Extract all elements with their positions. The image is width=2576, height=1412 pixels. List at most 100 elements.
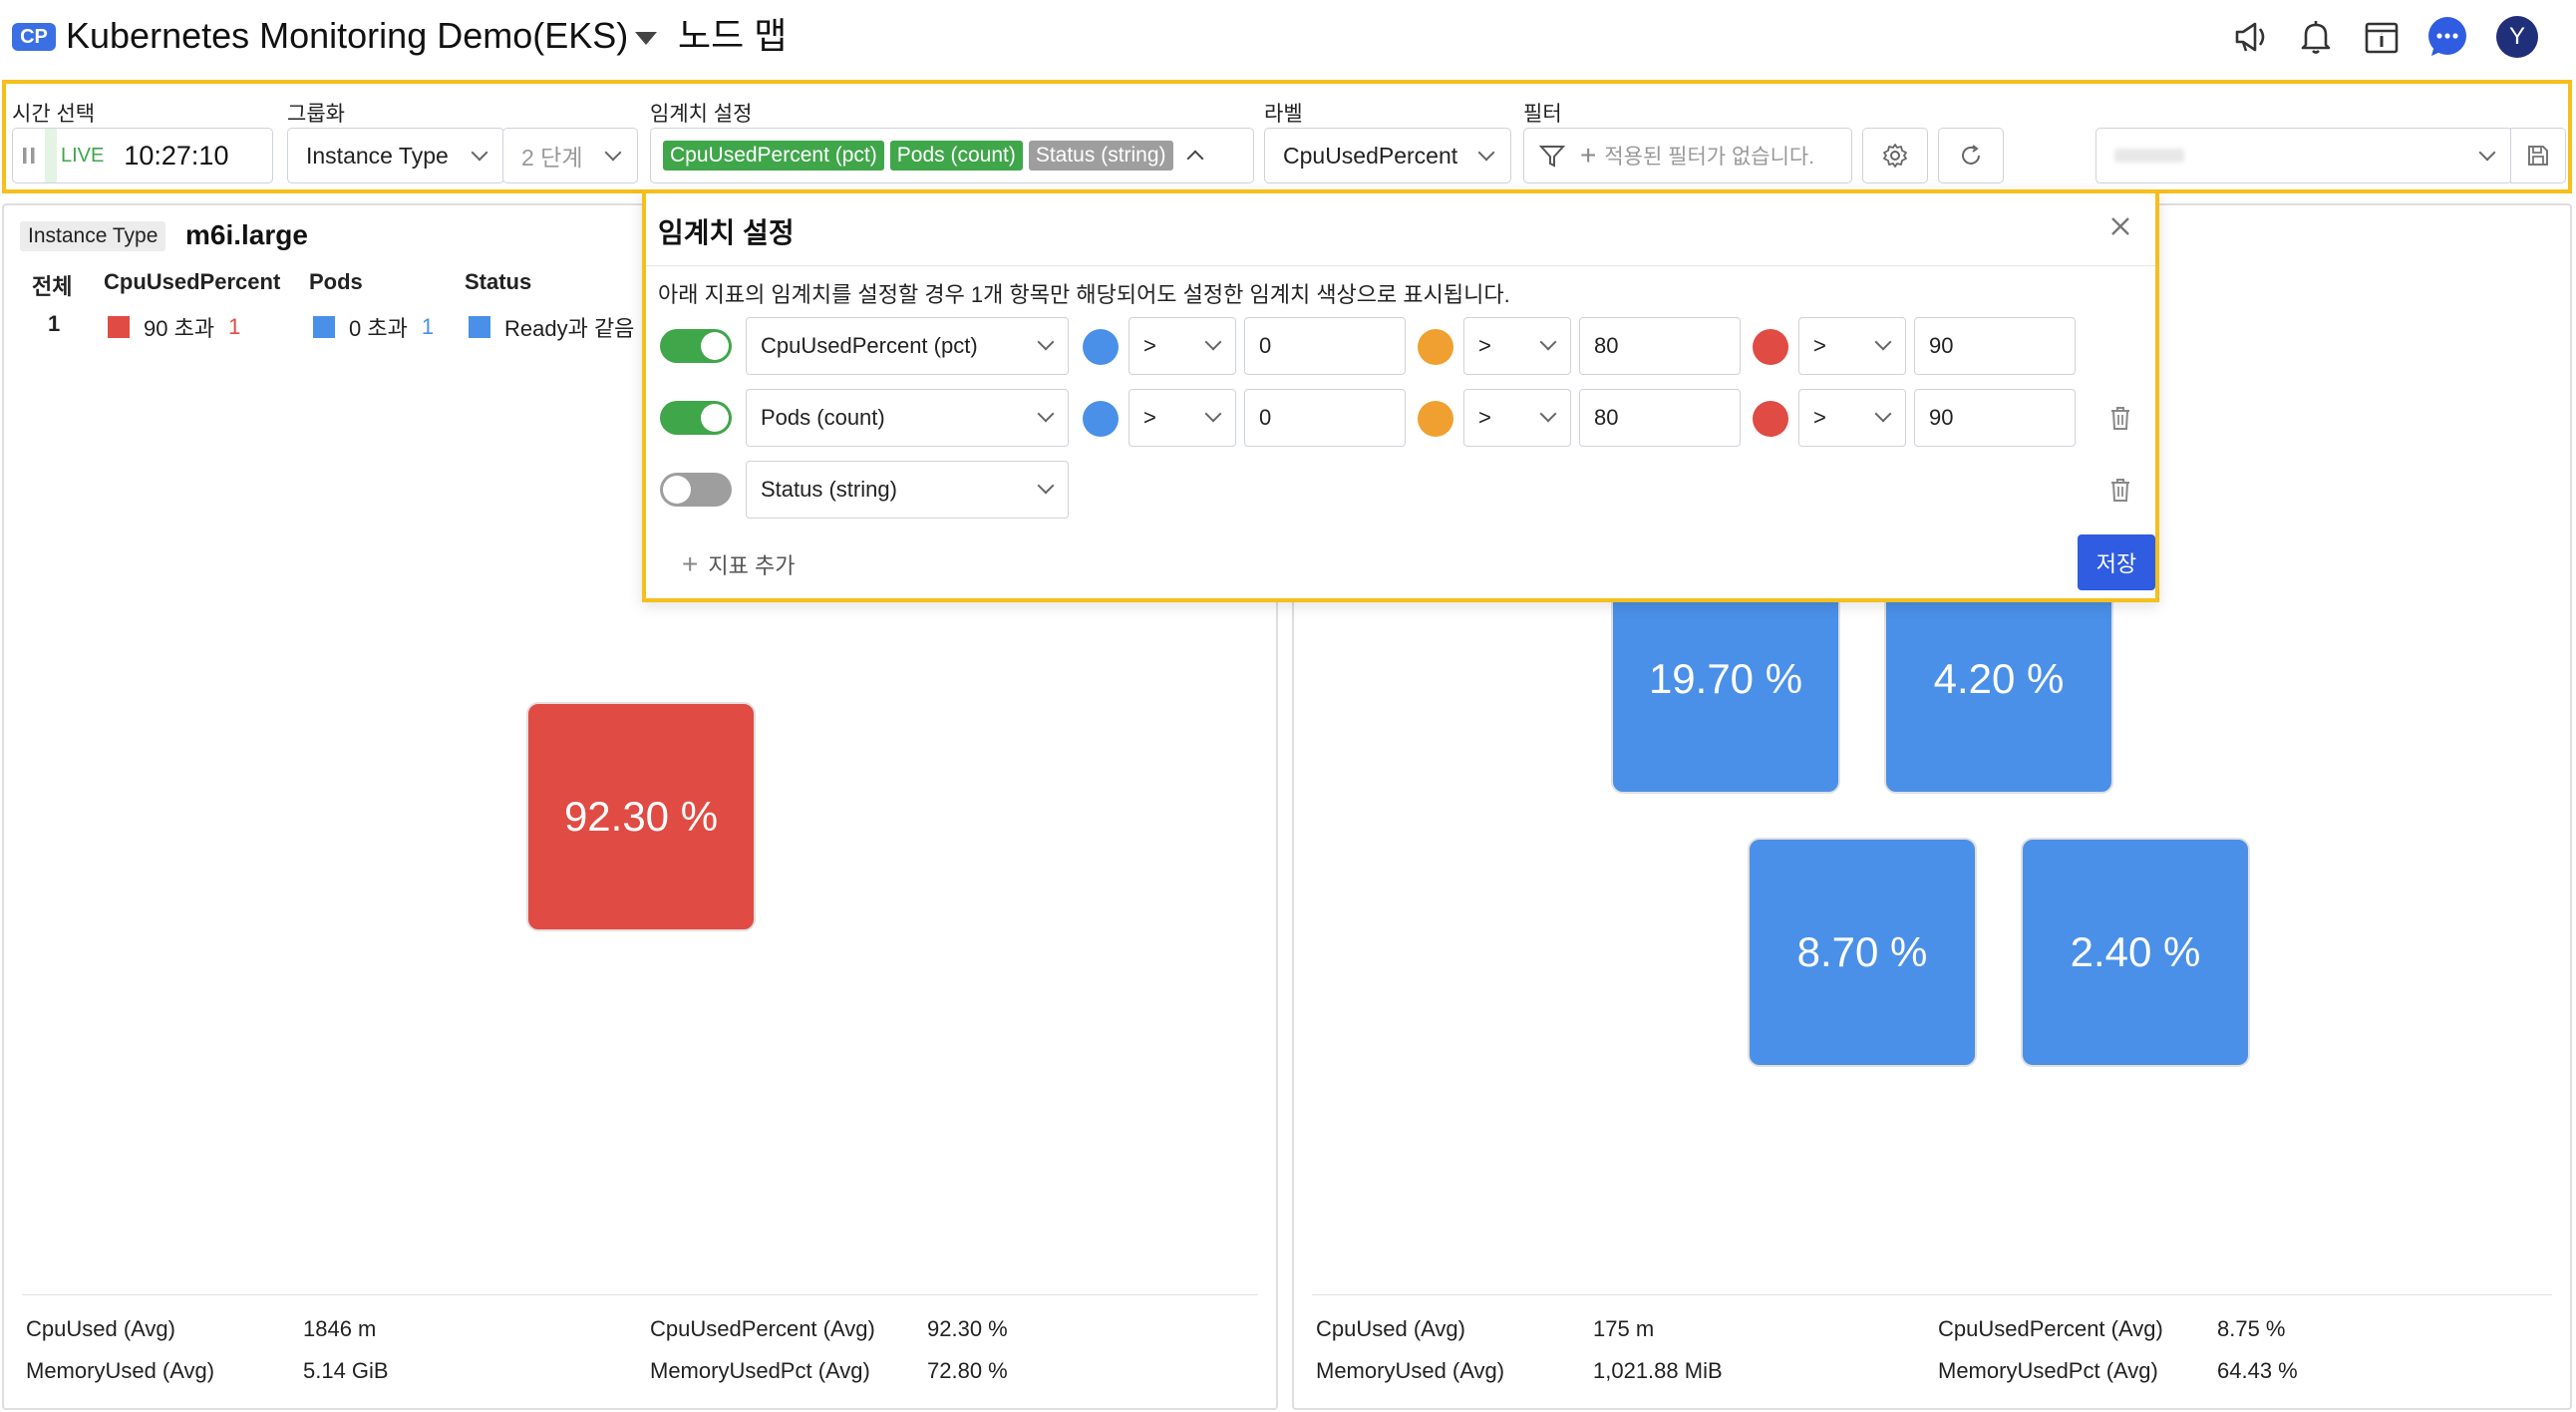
trash-icon[interactable] bbox=[2105, 475, 2135, 505]
threshold-input[interactable]: 0 bbox=[1244, 389, 1406, 447]
gear-icon bbox=[1883, 144, 1907, 168]
threshold-toggle[interactable] bbox=[660, 329, 732, 363]
level-color-dot[interactable] bbox=[1418, 329, 1453, 365]
refresh-icon bbox=[1962, 145, 1980, 165]
add-metric-label: 지표 추가 bbox=[708, 553, 796, 578]
cpu-pct-value: 8.75 % bbox=[2217, 1316, 2286, 1341]
mem-pct-value: 72.80 % bbox=[927, 1358, 1008, 1383]
threshold-tag: Status (string) bbox=[1028, 141, 1173, 171]
threshold-toggle[interactable] bbox=[660, 473, 732, 507]
time-select-label: 시간 선택 bbox=[12, 103, 96, 126]
metric-value: Status (string) bbox=[761, 477, 897, 502]
megaphone-icon[interactable] bbox=[2229, 14, 2275, 60]
metric-select[interactable]: CpuUsedPercent (pct) bbox=[746, 317, 1069, 375]
project-dropdown-icon[interactable] bbox=[635, 32, 657, 45]
threshold-input[interactable]: 80 bbox=[1579, 389, 1741, 447]
calendar-icon[interactable] bbox=[2359, 14, 2405, 60]
modal-description: 아래 지표의 임계치를 설정할 경우 1개 항목만 해당되어도 설정한 임계치 … bbox=[658, 282, 1510, 307]
time-select[interactable]: LIVE 10:27:10 bbox=[12, 128, 273, 183]
node-tile[interactable]: 92.30 % bbox=[526, 702, 756, 931]
mem-used-value: 5.14 GiB bbox=[303, 1358, 389, 1383]
col-status: Status bbox=[465, 269, 532, 294]
threshold-input[interactable]: 90 bbox=[1914, 389, 2076, 447]
threshold-input[interactable]: 80 bbox=[1579, 317, 1741, 375]
level-color-dot[interactable] bbox=[1083, 329, 1119, 365]
operator-value: > bbox=[1813, 405, 1826, 430]
color-swatch bbox=[313, 316, 335, 338]
metric-value: Pods (count) bbox=[761, 405, 885, 430]
blurred-view-name bbox=[2114, 149, 2184, 163]
add-metric-button[interactable]: + 지표 추가 bbox=[682, 548, 795, 580]
project-badge: CP bbox=[12, 23, 56, 51]
threshold-toggle[interactable] bbox=[660, 401, 732, 435]
threshold-row: CpuUsedPercent (pct) > 0 > 80 > 90 bbox=[646, 317, 2155, 375]
operator-value: > bbox=[1813, 333, 1826, 358]
project-title[interactable]: Kubernetes Monitoring Demo(EKS) bbox=[66, 14, 628, 58]
group-key: Instance Type bbox=[20, 221, 166, 251]
grouping-select[interactable]: Instance Type bbox=[287, 128, 504, 183]
operator-select[interactable]: > bbox=[1128, 389, 1236, 447]
node-tile[interactable]: 8.70 % bbox=[1748, 838, 1977, 1067]
clock: 10:27:10 bbox=[124, 140, 229, 171]
avatar[interactable]: Y bbox=[2494, 14, 2540, 60]
threshold-row: Status (string) bbox=[646, 461, 2155, 519]
color-swatch bbox=[469, 316, 490, 338]
operator-select[interactable]: > bbox=[1128, 317, 1236, 375]
node-tile[interactable]: 2.40 % bbox=[2021, 838, 2250, 1067]
chat-icon[interactable] bbox=[2424, 14, 2470, 60]
threshold-modal: 임계치 설정 아래 지표의 임계치를 설정할 경우 1개 항목만 해당되어도 설… bbox=[642, 189, 2159, 602]
threshold-label: 임계치 설정 bbox=[650, 103, 753, 126]
metric-value: CpuUsedPercent (pct) bbox=[761, 333, 978, 358]
label-select[interactable]: CpuUsedPercent bbox=[1264, 128, 1511, 183]
bell-icon[interactable] bbox=[2293, 14, 2339, 60]
level-color-dot[interactable] bbox=[1418, 401, 1453, 437]
operator-value: > bbox=[1143, 405, 1156, 430]
filter-box[interactable]: + 적용된 필터가 없습니다. bbox=[1523, 128, 1852, 183]
settings-button[interactable] bbox=[1862, 128, 1928, 183]
status-legend-text: Ready과 같음 bbox=[504, 316, 635, 341]
grouping-depth-select[interactable]: 2 단계 bbox=[502, 128, 638, 183]
saved-view-select[interactable] bbox=[2095, 128, 2512, 183]
col-total: 전체 bbox=[32, 274, 73, 299]
close-icon[interactable] bbox=[2105, 211, 2135, 241]
save-button[interactable]: 저장 bbox=[2078, 534, 2155, 590]
mem-used-value: 1,021.88 MiB bbox=[1593, 1358, 1723, 1383]
label-value: CpuUsedPercent bbox=[1283, 142, 1458, 169]
threshold-input[interactable]: 0 bbox=[1244, 317, 1406, 375]
filter-icon bbox=[1538, 146, 1566, 168]
chevron-up-icon bbox=[1186, 150, 1204, 168]
app-header: CP Kubernetes Monitoring Demo(EKS) 노드 맵 … bbox=[0, 0, 2576, 76]
cpu-pct-value: 92.30 % bbox=[927, 1316, 1008, 1341]
threshold-input[interactable]: 90 bbox=[1914, 317, 2076, 375]
metric-select[interactable]: Pods (count) bbox=[746, 389, 1069, 447]
col-cpu: CpuUsedPercent bbox=[104, 269, 281, 294]
group-value: m6i.large bbox=[185, 219, 308, 250]
total-count: 1 bbox=[48, 311, 61, 336]
filter-label: 필터 bbox=[1523, 103, 1562, 126]
cpu-used-label: CpuUsed (Avg) bbox=[26, 1316, 175, 1341]
pods-legend: 0 초과 1 bbox=[313, 311, 434, 343]
pause-icon[interactable] bbox=[13, 129, 45, 182]
cpu-used-value: 1846 m bbox=[303, 1316, 377, 1341]
trash-icon[interactable] bbox=[2105, 403, 2135, 433]
level-color-dot[interactable] bbox=[1753, 329, 1788, 365]
operator-select[interactable]: > bbox=[1798, 389, 1906, 447]
plus-icon[interactable]: + bbox=[1580, 140, 1596, 172]
mem-pct-value: 64.43 % bbox=[2217, 1358, 2298, 1383]
grouping-label: 그룹화 bbox=[287, 103, 345, 126]
threshold-select[interactable]: CpuUsedPercent (pct) Pods (count) Status… bbox=[650, 128, 1254, 183]
chevron-down-icon bbox=[1477, 144, 1495, 162]
modal-title: 임계치 설정 bbox=[658, 217, 795, 248]
cpu-used-value: 175 m bbox=[1593, 1316, 1655, 1341]
level-color-dot[interactable] bbox=[1753, 401, 1788, 437]
operator-select[interactable]: > bbox=[1463, 389, 1571, 447]
operator-select[interactable]: > bbox=[1798, 317, 1906, 375]
threshold-tag: CpuUsedPercent (pct) bbox=[663, 141, 884, 171]
refresh-button[interactable] bbox=[1938, 128, 2004, 183]
metric-select[interactable]: Status (string) bbox=[746, 461, 1069, 519]
toolbar: 시간 선택 LIVE 10:27:10 그룹화 Instance Type 2 … bbox=[2, 80, 2572, 193]
save-view-button[interactable] bbox=[2510, 128, 2566, 183]
level-color-dot[interactable] bbox=[1083, 401, 1119, 437]
operator-select[interactable]: > bbox=[1463, 317, 1571, 375]
status-legend: Ready과 같음 bbox=[469, 311, 634, 343]
